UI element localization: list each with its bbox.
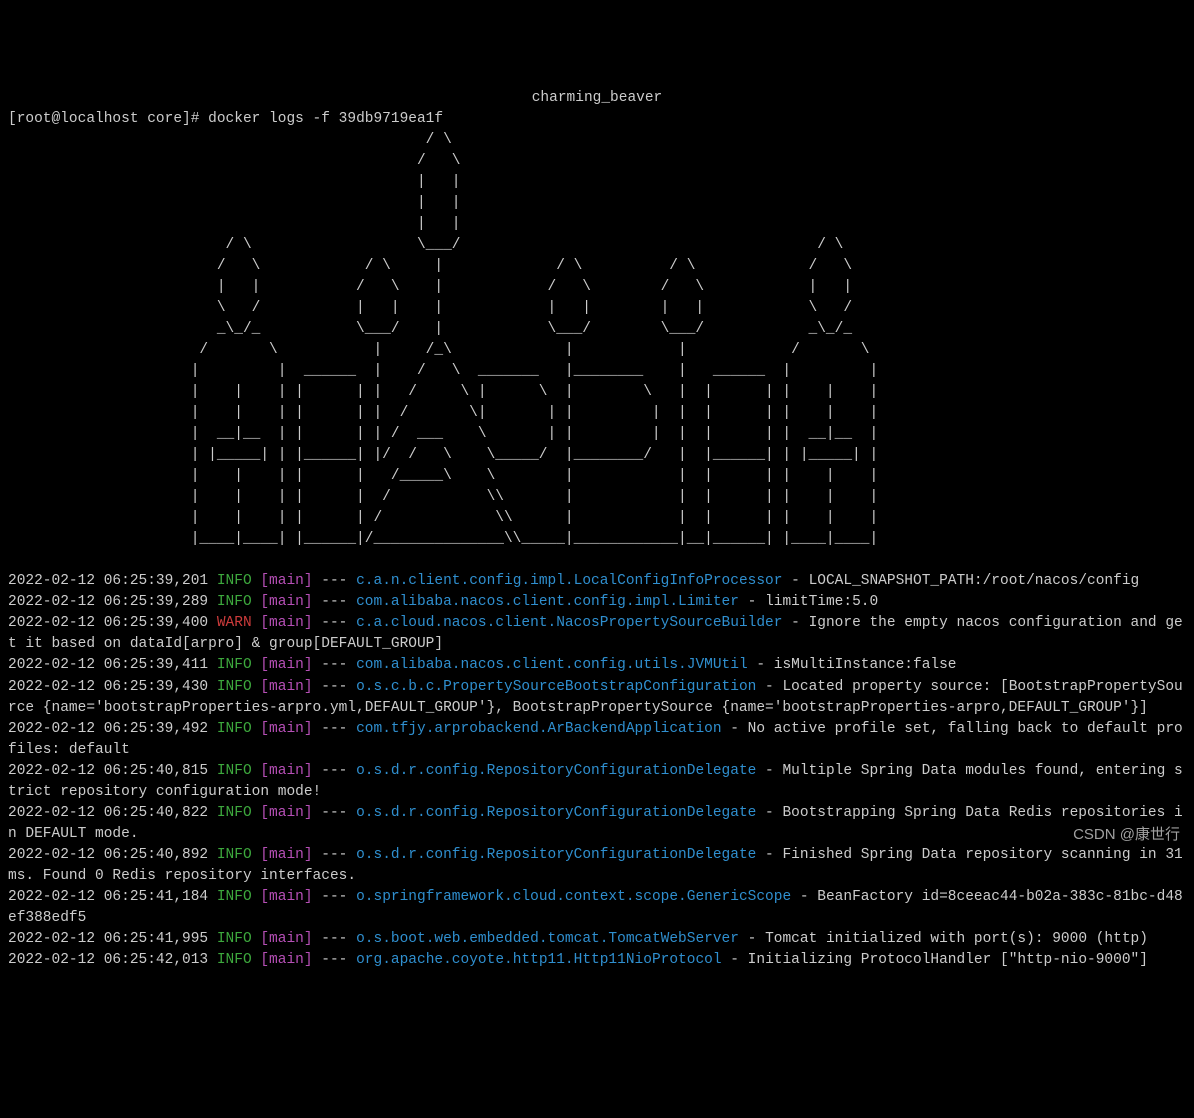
log-thread: [main] xyxy=(260,615,312,631)
log-timestamp: 2022-02-12 06:25:39,400 xyxy=(8,615,208,631)
log-timestamp: 2022-02-12 06:25:42,013 xyxy=(8,952,208,968)
log-level: INFO xyxy=(217,889,252,905)
log-message: - Tomcat initialized with port(s): 9000 … xyxy=(739,931,1148,947)
log-separator: --- xyxy=(313,931,357,947)
log-thread: [main] xyxy=(260,889,312,905)
log-logger: o.s.boot.web.embedded.tomcat.TomcatWebSe… xyxy=(356,931,739,947)
log-separator: --- xyxy=(313,657,357,673)
log-timestamp: 2022-02-12 06:25:40,815 xyxy=(8,763,208,779)
log-thread: [main] xyxy=(260,721,312,737)
log-separator: --- xyxy=(313,952,357,968)
log-level: INFO xyxy=(217,763,252,779)
log-logger: org.apache.coyote.http11.Http11NioProtoc… xyxy=(356,952,721,968)
log-separator: --- xyxy=(313,847,357,863)
log-line: 2022-02-12 06:25:39,492 INFO [main] --- … xyxy=(8,719,1186,761)
log-logger: com.alibaba.nacos.client.config.impl.Lim… xyxy=(356,594,739,610)
log-thread: [main] xyxy=(260,952,312,968)
log-timestamp: 2022-02-12 06:25:39,430 xyxy=(8,679,208,695)
log-separator: --- xyxy=(313,679,357,695)
log-thread: [main] xyxy=(260,679,312,695)
log-thread: [main] xyxy=(260,847,312,863)
log-level: INFO xyxy=(217,931,252,947)
log-thread: [main] xyxy=(260,594,312,610)
log-line: 2022-02-12 06:25:40,892 INFO [main] --- … xyxy=(8,845,1186,887)
log-level: INFO xyxy=(217,805,252,821)
log-thread: [main] xyxy=(260,573,312,589)
log-level: INFO xyxy=(217,594,252,610)
log-separator: --- xyxy=(313,573,357,589)
log-message: - isMultiInstance:false xyxy=(748,657,957,673)
log-timestamp: 2022-02-12 06:25:40,822 xyxy=(8,805,208,821)
log-level: INFO xyxy=(217,573,252,589)
log-separator: --- xyxy=(313,594,357,610)
watermark: CSDN @康世行 xyxy=(1073,824,1180,846)
log-logger: o.s.d.r.config.RepositoryConfigurationDe… xyxy=(356,763,756,779)
log-logger: com.alibaba.nacos.client.config.utils.JV… xyxy=(356,657,748,673)
log-thread: [main] xyxy=(260,657,312,673)
log-timestamp: 2022-02-12 06:25:39,289 xyxy=(8,594,208,610)
log-message: - Initializing ProtocolHandler ["http-ni… xyxy=(722,952,1148,968)
log-timestamp: 2022-02-12 06:25:41,184 xyxy=(8,889,208,905)
container-name: charming_beaver xyxy=(8,88,1186,109)
log-line: 2022-02-12 06:25:41,184 INFO [main] --- … xyxy=(8,887,1186,929)
log-level: WARN xyxy=(217,615,252,631)
log-line: 2022-02-12 06:25:39,400 WARN [main] --- … xyxy=(8,613,1186,655)
log-line: 2022-02-12 06:25:39,201 INFO [main] --- … xyxy=(8,571,1186,592)
log-timestamp: 2022-02-12 06:25:40,892 xyxy=(8,847,208,863)
log-level: INFO xyxy=(217,847,252,863)
log-message: - LOCAL_SNAPSHOT_PATH:/root/nacos/config xyxy=(782,573,1139,589)
log-logger: c.a.n.client.config.impl.LocalConfigInfo… xyxy=(356,573,782,589)
log-line: 2022-02-12 06:25:39,411 INFO [main] --- … xyxy=(8,655,1186,676)
log-level: INFO xyxy=(217,721,252,737)
log-line: 2022-02-12 06:25:39,289 INFO [main] --- … xyxy=(8,592,1186,613)
log-logger: c.a.cloud.nacos.client.NacosPropertySour… xyxy=(356,615,782,631)
log-separator: --- xyxy=(313,721,357,737)
log-timestamp: 2022-02-12 06:25:41,995 xyxy=(8,931,208,947)
terminal-output[interactable]: charming_beaver [root@localhost core]# do… xyxy=(8,88,1186,971)
log-logger: o.springframework.cloud.context.scope.Ge… xyxy=(356,889,791,905)
log-timestamp: 2022-02-12 06:25:39,411 xyxy=(8,657,208,673)
log-line: 2022-02-12 06:25:41,995 INFO [main] --- … xyxy=(8,929,1186,950)
log-logger: o.s.c.b.c.PropertySourceBootstrapConfigu… xyxy=(356,679,756,695)
log-thread: [main] xyxy=(260,931,312,947)
shell-prompt: [root@localhost core]# docker logs -f 39… xyxy=(8,111,443,127)
log-logger: com.tfjy.arprobackend.ArBackendApplicati… xyxy=(356,721,721,737)
log-separator: --- xyxy=(313,805,357,821)
log-line: 2022-02-12 06:25:40,815 INFO [main] --- … xyxy=(8,761,1186,803)
log-separator: --- xyxy=(313,889,357,905)
log-line: 2022-02-12 06:25:42,013 INFO [main] --- … xyxy=(8,950,1186,971)
log-line: 2022-02-12 06:25:40,822 INFO [main] --- … xyxy=(8,803,1186,845)
log-line: 2022-02-12 06:25:39,430 INFO [main] --- … xyxy=(8,677,1186,719)
log-message: - limitTime:5.0 xyxy=(739,594,878,610)
log-separator: --- xyxy=(313,615,357,631)
log-level: INFO xyxy=(217,952,252,968)
log-lines: 2022-02-12 06:25:39,201 INFO [main] --- … xyxy=(8,571,1186,970)
log-separator: --- xyxy=(313,763,357,779)
log-logger: o.s.d.r.config.RepositoryConfigurationDe… xyxy=(356,805,756,821)
log-level: INFO xyxy=(217,679,252,695)
log-thread: [main] xyxy=(260,805,312,821)
log-thread: [main] xyxy=(260,763,312,779)
log-timestamp: 2022-02-12 06:25:39,201 xyxy=(8,573,208,589)
ascii-art-banner: / \ / \ | | | | xyxy=(8,130,1186,550)
log-level: INFO xyxy=(217,657,252,673)
log-logger: o.s.d.r.config.RepositoryConfigurationDe… xyxy=(356,847,756,863)
log-timestamp: 2022-02-12 06:25:39,492 xyxy=(8,721,208,737)
